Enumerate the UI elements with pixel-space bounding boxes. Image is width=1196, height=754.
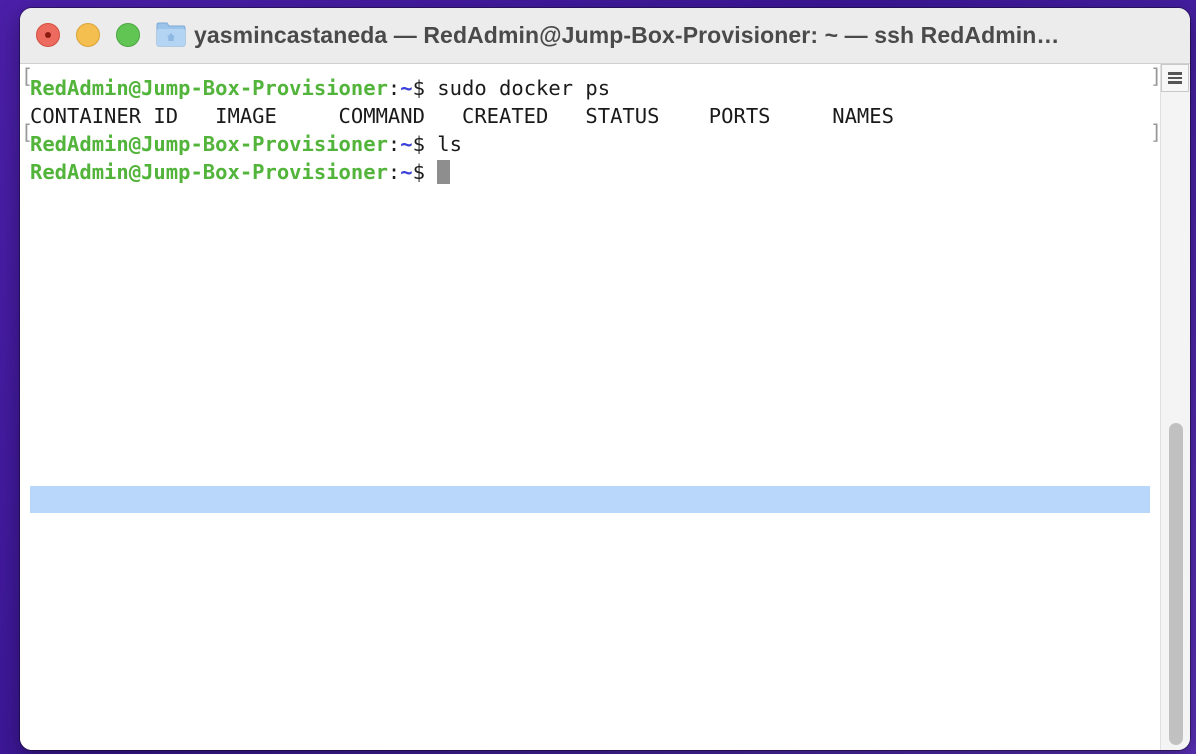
scrollbar-thumb[interactable] <box>1169 423 1183 745</box>
close-button[interactable] <box>36 23 60 47</box>
title-bar[interactable]: yasmincastaneda — RedAdmin@Jump-Box-Prov… <box>20 8 1190 64</box>
prompt-cwd: ~ <box>400 132 413 156</box>
prompt-symbol: $ <box>412 132 438 156</box>
prompt-separator: : <box>387 76 401 100</box>
prompt-user: RedAdmin@Jump-Box-Provisioner <box>30 132 388 156</box>
split-pane-icon[interactable] <box>1161 64 1189 92</box>
terminal-line: RedAdmin@Jump-Box-Provisioner:~$ <box>30 158 451 186</box>
command-text: sudo docker ps <box>437 76 611 100</box>
prompt-user: RedAdmin@Jump-Box-Provisioner <box>30 160 388 184</box>
folder-icon <box>156 22 186 47</box>
minimize-button[interactable] <box>76 23 100 47</box>
prompt-separator: : <box>387 132 401 156</box>
terminal-window: yasmincastaneda — RedAdmin@Jump-Box-Prov… <box>20 8 1190 750</box>
prompt-symbol: $ <box>412 160 438 184</box>
selection-highlight <box>30 486 1150 513</box>
prompt-separator: : <box>387 160 401 184</box>
prompt-user: RedAdmin@Jump-Box-Provisioner <box>30 76 388 100</box>
terminal-content[interactable]: [ ] RedAdmin@Jump-Box-Provisioner:~$ sud… <box>20 64 1162 750</box>
prompt-cwd: ~ <box>400 76 413 100</box>
text-cursor <box>437 160 451 184</box>
window-title: yasmincastaneda — RedAdmin@Jump-Box-Prov… <box>194 22 1060 48</box>
zoom-button[interactable] <box>116 23 140 47</box>
terminal-line: RedAdmin@Jump-Box-Provisioner:~$ ls <box>30 130 462 158</box>
prompt-symbol: $ <box>412 76 438 100</box>
prompt-cwd: ~ <box>400 160 413 184</box>
terminal-line: RedAdmin@Jump-Box-Provisioner:~$ sudo do… <box>30 74 610 102</box>
terminal-output-line: CONTAINER ID IMAGE COMMAND CREATED STATU… <box>30 104 894 128</box>
command-text: ls <box>437 132 462 156</box>
